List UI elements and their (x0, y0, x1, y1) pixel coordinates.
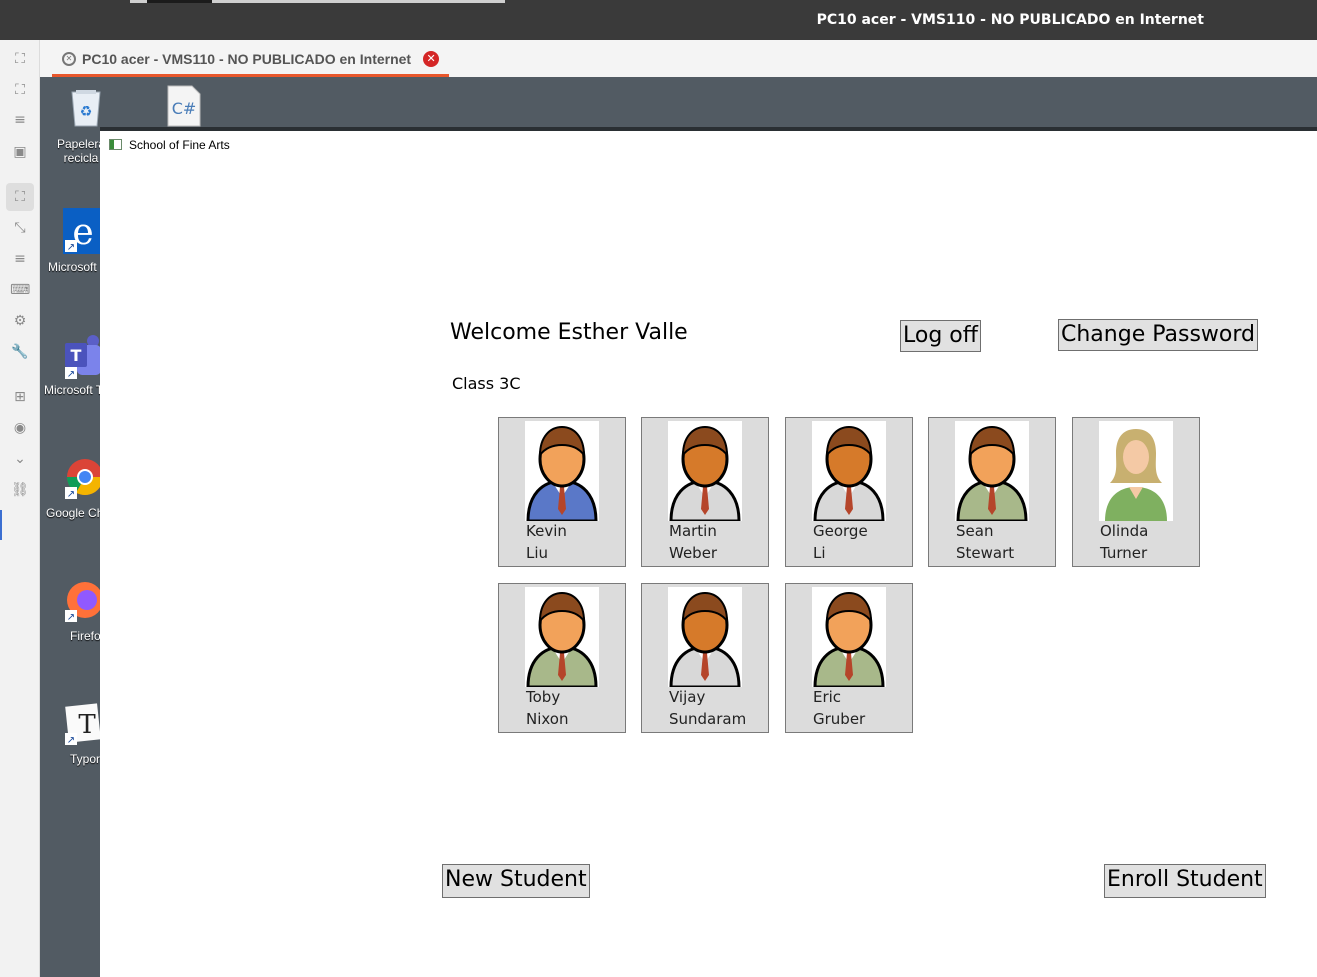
camera-icon[interactable]: ◉ (10, 418, 30, 438)
student-card[interactable]: Kevin Liu (498, 417, 626, 567)
student-card[interactable]: George Li (785, 417, 913, 567)
student-avatar-icon (525, 587, 599, 687)
student-last-name: Sundaram (669, 710, 747, 728)
top-strip-dark (147, 0, 212, 3)
scale-icon[interactable]: ⛶ (6, 183, 34, 211)
change-password-button[interactable]: Change Password (1058, 319, 1258, 351)
edge-icon[interactable]: e ↗ (63, 208, 101, 258)
student-last-name: Turner (1100, 544, 1148, 562)
settings-icon[interactable]: ⚙ (10, 311, 30, 331)
log-off-button[interactable]: Log off (900, 320, 981, 352)
desktop-label-firefox: Firefo (70, 629, 101, 643)
outer-window-title: PC10 acer - VMS110 - NO PUBLICADO en Int… (816, 12, 1204, 28)
student-last-name: Liu (526, 544, 549, 562)
menu-icon[interactable]: ≡ (10, 110, 30, 130)
student-card[interactable]: Vijay Sundaram (641, 583, 769, 733)
svg-text:↗: ↗ (67, 242, 75, 253)
student-card[interactable]: Olinda Turner (1072, 417, 1200, 567)
desktop-label-typora: Typor (70, 752, 101, 766)
student-avatar-icon (955, 421, 1029, 521)
student-last-name: Weber (669, 544, 718, 562)
student-avatar-icon (525, 421, 599, 521)
student-avatar-icon (812, 587, 886, 687)
app-title: School of Fine Arts (129, 138, 230, 152)
student-avatar-icon (668, 421, 742, 521)
recycle-bin-icon[interactable]: ♻ (64, 86, 108, 134)
student-first-name: Martin (669, 522, 717, 540)
chevron-down-icon[interactable]: ⌄ (10, 449, 30, 469)
student-first-name: Sean (956, 522, 994, 540)
new-student-button[interactable]: New Student (442, 864, 590, 898)
student-card[interactable]: Sean Stewart (928, 417, 1056, 567)
app-window-icon (109, 139, 122, 150)
class-label: Class 3C (452, 374, 521, 393)
list-icon[interactable]: ≡ (10, 249, 30, 269)
student-first-name: Toby (526, 688, 561, 706)
svg-text:C#: C# (172, 99, 197, 118)
student-first-name: Olinda (1100, 522, 1149, 540)
desktop-label-edge: Microsoft (48, 260, 97, 274)
desktop-label-recycle: Papelera recicla (57, 137, 106, 165)
link-icon[interactable]: ⛓ (10, 480, 30, 500)
left-toolbar (0, 40, 40, 977)
student-card[interactable]: Toby Nixon (498, 583, 626, 733)
student-first-name: George (813, 522, 868, 540)
svg-text:↗: ↗ (67, 369, 75, 379)
csharp-file-icon[interactable]: C# (164, 84, 204, 132)
svg-text:♻: ♻ (80, 104, 93, 120)
student-first-name: Eric (813, 688, 842, 706)
student-first-name: Vijay (669, 688, 706, 706)
student-last-name: Gruber (813, 710, 866, 728)
keyboard-icon[interactable]: ⌨ (10, 280, 30, 300)
student-last-name: Nixon (526, 710, 569, 728)
firefox-icon[interactable]: ↗ (63, 578, 103, 628)
svg-text:T: T (71, 346, 82, 365)
student-avatar-icon (668, 587, 742, 687)
desktop-label-chrome: Google Ch (46, 506, 104, 520)
tab-vms110[interactable]: ✕ PC10 acer - VMS110 - NO PUBLICADO en I… (52, 44, 450, 77)
student-first-name: Kevin (526, 522, 567, 540)
student-last-name: Stewart (956, 544, 1015, 562)
student-avatar-icon (1099, 421, 1173, 521)
teams-icon[interactable]: T ↗ (63, 333, 101, 383)
chrome-icon[interactable]: ↗ (63, 455, 104, 505)
fullscreen-icon[interactable]: ⛶ (10, 80, 30, 100)
resize-icon[interactable]: ⤡ (10, 218, 30, 238)
enroll-student-button[interactable]: Enroll Student (1104, 864, 1266, 898)
student-card[interactable]: Martin Weber (641, 417, 769, 567)
student-last-name: Li (813, 544, 826, 562)
fit-screen-icon[interactable]: ⛶ (10, 49, 30, 69)
desktop-label-teams: Microsoft T (44, 383, 104, 397)
window-icon[interactable]: ▣ (10, 142, 30, 162)
globe-icon: ✕ (62, 52, 76, 66)
tab-title: PC10 acer - VMS110 - NO PUBLICADO en Int… (82, 51, 412, 67)
left-accent (0, 510, 2, 540)
typora-icon[interactable]: T ↗ (63, 701, 103, 751)
svg-text:↗: ↗ (67, 489, 75, 500)
desktop-top (100, 77, 1317, 128)
welcome-text: Welcome Esther Valle (450, 320, 688, 345)
svg-text:T: T (78, 710, 96, 740)
add-window-icon[interactable]: ⊞ (10, 387, 30, 407)
close-icon[interactable]: ✕ (423, 51, 440, 67)
student-avatar-icon (812, 421, 886, 521)
svg-text:↗: ↗ (67, 612, 75, 623)
student-card[interactable]: Eric Gruber (785, 583, 913, 733)
wrench-icon[interactable]: 🔧 (10, 342, 30, 362)
svg-text:↗: ↗ (67, 735, 75, 746)
